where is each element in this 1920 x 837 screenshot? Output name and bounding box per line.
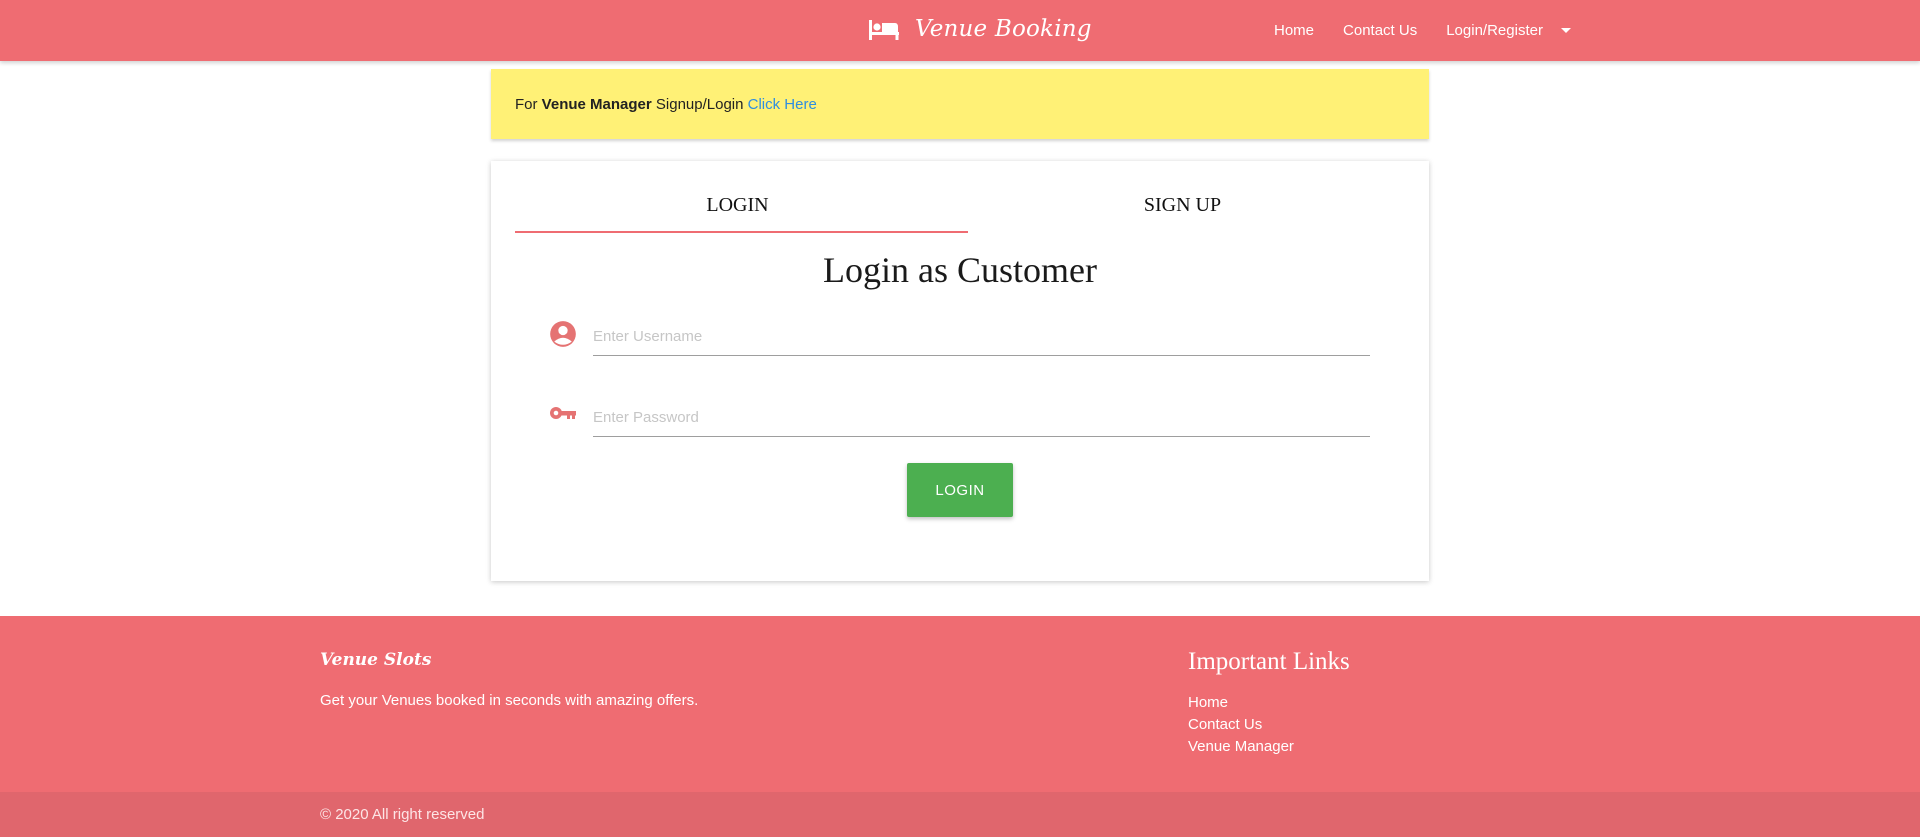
nav-links: Home Contact Us Login/Register xyxy=(1274,0,1571,61)
dropdown-caret-icon[interactable] xyxy=(1560,28,1571,33)
footer-link-home[interactable]: Home xyxy=(1188,692,1294,714)
login-card: LOGIN SIGN UP Login as Customer xyxy=(491,161,1429,581)
footer-description: Get your Venues booked in seconds with a… xyxy=(320,692,699,709)
key-icon xyxy=(550,407,576,419)
footer-link-contact[interactable]: Contact Us xyxy=(1188,714,1294,736)
bed-icon xyxy=(869,20,899,40)
brand-name: Venue Booking xyxy=(915,16,1092,42)
notice-bold-text: Venue Manager xyxy=(541,95,652,113)
username-input[interactable] xyxy=(593,312,1370,356)
page-title: Login as Customer xyxy=(823,250,1097,290)
copyright-text: © 2020 All right reserved xyxy=(320,806,485,823)
copyright-bar: © 2020 All right reserved xyxy=(0,792,1920,837)
brand-logo[interactable]: Venue Booking xyxy=(869,12,1092,46)
footer-brand: Venue Slots xyxy=(320,650,432,670)
click-here-link[interactable]: Click Here xyxy=(748,96,817,113)
tab-bar: LOGIN SIGN UP xyxy=(515,177,1405,233)
footer-links: Home Contact Us Venue Manager xyxy=(1188,692,1294,758)
notice-middle: Signup/Login xyxy=(651,95,748,113)
venue-manager-notice: For Venue Manager Signup/Login Click Her… xyxy=(491,69,1429,139)
active-tab-indicator xyxy=(515,231,968,233)
password-field-group xyxy=(549,393,1370,443)
tab-sign-up[interactable]: SIGN UP xyxy=(960,177,1405,233)
password-input[interactable] xyxy=(593,393,1370,437)
footer-links-title: Important Links xyxy=(1188,648,1350,675)
tab-login[interactable]: LOGIN xyxy=(515,177,960,233)
footer: Venue Slots Get your Venues booked in se… xyxy=(0,616,1920,837)
nav-login-register-link[interactable]: Login/Register xyxy=(1446,22,1543,39)
notice-prefix: For xyxy=(515,95,542,113)
nav-home-link[interactable]: Home xyxy=(1274,22,1314,39)
login-button[interactable]: LOGIN xyxy=(907,463,1013,517)
footer-link-venue-manager[interactable]: Venue Manager xyxy=(1188,736,1294,758)
account-circle-icon xyxy=(550,321,576,347)
top-navbar: Venue Booking Home Contact Us Login/Regi… xyxy=(0,0,1920,61)
username-field-group xyxy=(549,312,1370,362)
nav-contact-link[interactable]: Contact Us xyxy=(1343,22,1417,39)
